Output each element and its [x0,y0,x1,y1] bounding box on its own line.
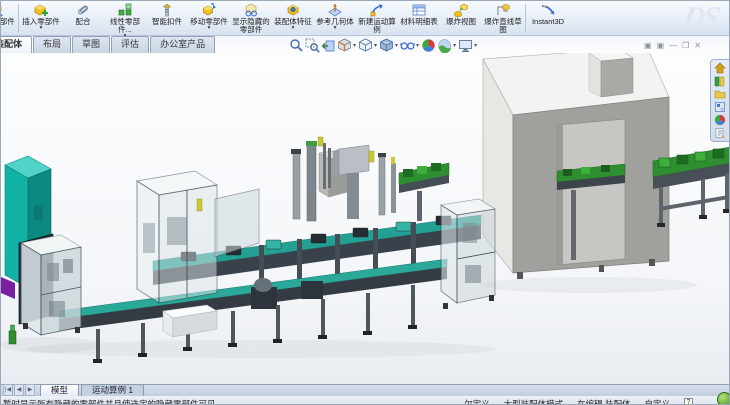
bill-of-materials-button[interactable]: 材料明细表 [398,1,440,35]
quick-tips-icon[interactable] [717,392,730,405]
mate-button[interactable]: 配合 [62,1,104,35]
dropdown-caret[interactable]: ▾ [395,42,398,49]
minimize-icon[interactable]: — [669,41,677,51]
dropdown-caret[interactable]: ▾ [453,42,456,49]
restore-icon[interactable]: ❐ [682,41,689,51]
new-motion-study-icon [369,2,385,18]
status-message: 暂时显示所有隐藏的零部件并且使选定的隐藏零部件可见 [1,396,216,405]
tab-office-products[interactable]: 办公室产品 [150,36,215,53]
assembly-mode[interactable]: 大型装配体模式 [504,398,564,405]
section-view-icon[interactable] [337,38,352,53]
apply-scene-icon[interactable] [437,38,452,53]
tab-sketch[interactable]: 草图 [72,36,110,53]
dropdown-caret[interactable]: ▾ [353,42,356,49]
units-selector[interactable]: 自定义 [644,398,670,405]
exploded-view-icon [453,2,469,18]
view-palette-icon[interactable] [711,101,728,113]
show-hidden-components-icon [243,2,259,18]
tab-evaluate[interactable]: 评估 [111,36,149,53]
scroll-prev-icon[interactable]: ◀ [14,384,24,396]
gantry-frame-station[interactable] [137,171,259,303]
tab-motion-study-1[interactable]: 运动算例 1 [81,384,144,396]
reference-geometry-icon [327,2,343,18]
help-icon[interactable]: ? [684,398,693,405]
exploded-view-button[interactable]: 爆炸视图 [440,1,482,35]
bill-of-materials-icon [411,2,427,18]
dropdown-caret[interactable]: ▼ [39,26,44,30]
smart-fasteners-icon [159,2,175,18]
loose-green-part[interactable] [9,325,16,344]
status-bar: 暂时显示所有隐藏的零部件并且使选定的隐藏零部件可见 欠定义 大型装配体模式 在编… [1,396,730,405]
heads-up-view-toolbar: ▾ ▾ ▾ ▾ ▾ ▾ [289,38,478,53]
tab-model[interactable]: 模型 [40,384,79,396]
mate-icon [75,2,91,18]
new-motion-study-button[interactable]: 新建运动算例 [356,1,398,35]
solidworks-resources-icon[interactable] [711,62,728,74]
close-icon[interactable]: ✕ [694,41,701,51]
tab-layout[interactable]: 布局 [33,36,71,53]
edit-component-icon [0,2,4,18]
file-explorer-icon[interactable] [711,88,728,100]
clear-panel-cabinet-right[interactable] [441,199,495,309]
assembly-features-button[interactable]: 装配体特征 ▼ [272,1,314,35]
task-pane-strip [710,59,729,142]
assembly-features-icon [285,2,301,18]
toolbar-separator [525,4,526,32]
document-window-controls: ▣ ▣ — ❐ ✕ [644,41,701,51]
dropdown-caret[interactable]: ▾ [474,42,477,49]
show-hidden-components-button[interactable]: 显示隐藏的零部件 [230,1,272,35]
study-tab-bar: |◀ ◀ ▶ 模型 运动算例 1 [1,384,730,396]
move-component-icon [201,2,217,18]
dropdown-caret[interactable]: ▼ [207,26,212,30]
graphics-viewport[interactable] [1,53,730,384]
insert-component-icon [33,2,49,18]
dropdown-caret[interactable]: ▾ [374,42,377,49]
linear-component-pattern-button[interactable]: 线性零部件... ▼ [104,1,146,35]
floor-shadow [481,277,697,293]
view-settings-icon[interactable] [458,38,473,53]
window-icon[interactable]: ▣ [644,41,652,51]
dropdown-caret[interactable]: ▼ [333,26,338,30]
smart-fasteners-button[interactable]: 智能扣件 [146,1,188,35]
assembly-scene[interactable] [1,53,730,384]
hide-show-items-icon[interactable] [400,38,415,53]
dropdown-caret[interactable]: ▾ [416,42,419,49]
tab-scroll-buttons: |◀ ◀ ▶ [3,384,36,396]
zoom-to-fit-icon[interactable] [289,38,304,53]
edit-appearance-icon[interactable] [421,38,436,53]
explode-line-sketch-icon [495,2,511,18]
toolbar-separator [18,4,19,32]
display-style-icon[interactable] [379,38,394,53]
command-manager-toolbar: 编辑零部件 插入零部件 ▼ 配合 线性零部件... ▼ 智能扣件 [1,1,730,36]
reference-geometry-button[interactable]: 参考几何体 ▼ [314,1,356,35]
custom-properties-icon[interactable] [711,127,728,139]
explode-line-sketch-button[interactable]: 爆炸直线草图 [482,1,524,35]
scroll-next-icon[interactable]: ▶ [25,384,35,396]
instant3d-icon [540,2,556,18]
edit-component-button[interactable]: 编辑零部件 [0,1,17,35]
move-component-button[interactable]: 移动零部件 ▼ [188,1,230,35]
design-library-icon[interactable] [711,75,728,87]
previous-view-icon[interactable] [321,38,336,53]
pedestal-box[interactable] [163,305,217,337]
instant3d-button[interactable]: Instant3D [527,1,569,35]
editing-state: 在编辑 装配体 [577,398,630,405]
zoom-to-area-icon[interactable] [305,38,320,53]
defined-state: 欠定义 [464,398,490,405]
view-orientation-icon[interactable] [358,38,373,53]
solidworks-window: 编辑零部件 插入零部件 ▼ 配合 线性零部件... ▼ 智能扣件 [0,0,730,405]
window-icon[interactable]: ▣ [657,41,665,51]
linear-pattern-icon [117,2,133,18]
clear-panel-cabinet-left[interactable] [21,235,81,335]
tab-assembly[interactable]: 装配体 [0,36,32,53]
insert-component-button[interactable]: 插入零部件 ▼ [20,1,62,35]
scroll-first-icon[interactable]: |◀ [3,384,13,396]
appearances-scenes-icon[interactable] [711,114,728,126]
dropdown-caret[interactable]: ▼ [291,26,296,30]
